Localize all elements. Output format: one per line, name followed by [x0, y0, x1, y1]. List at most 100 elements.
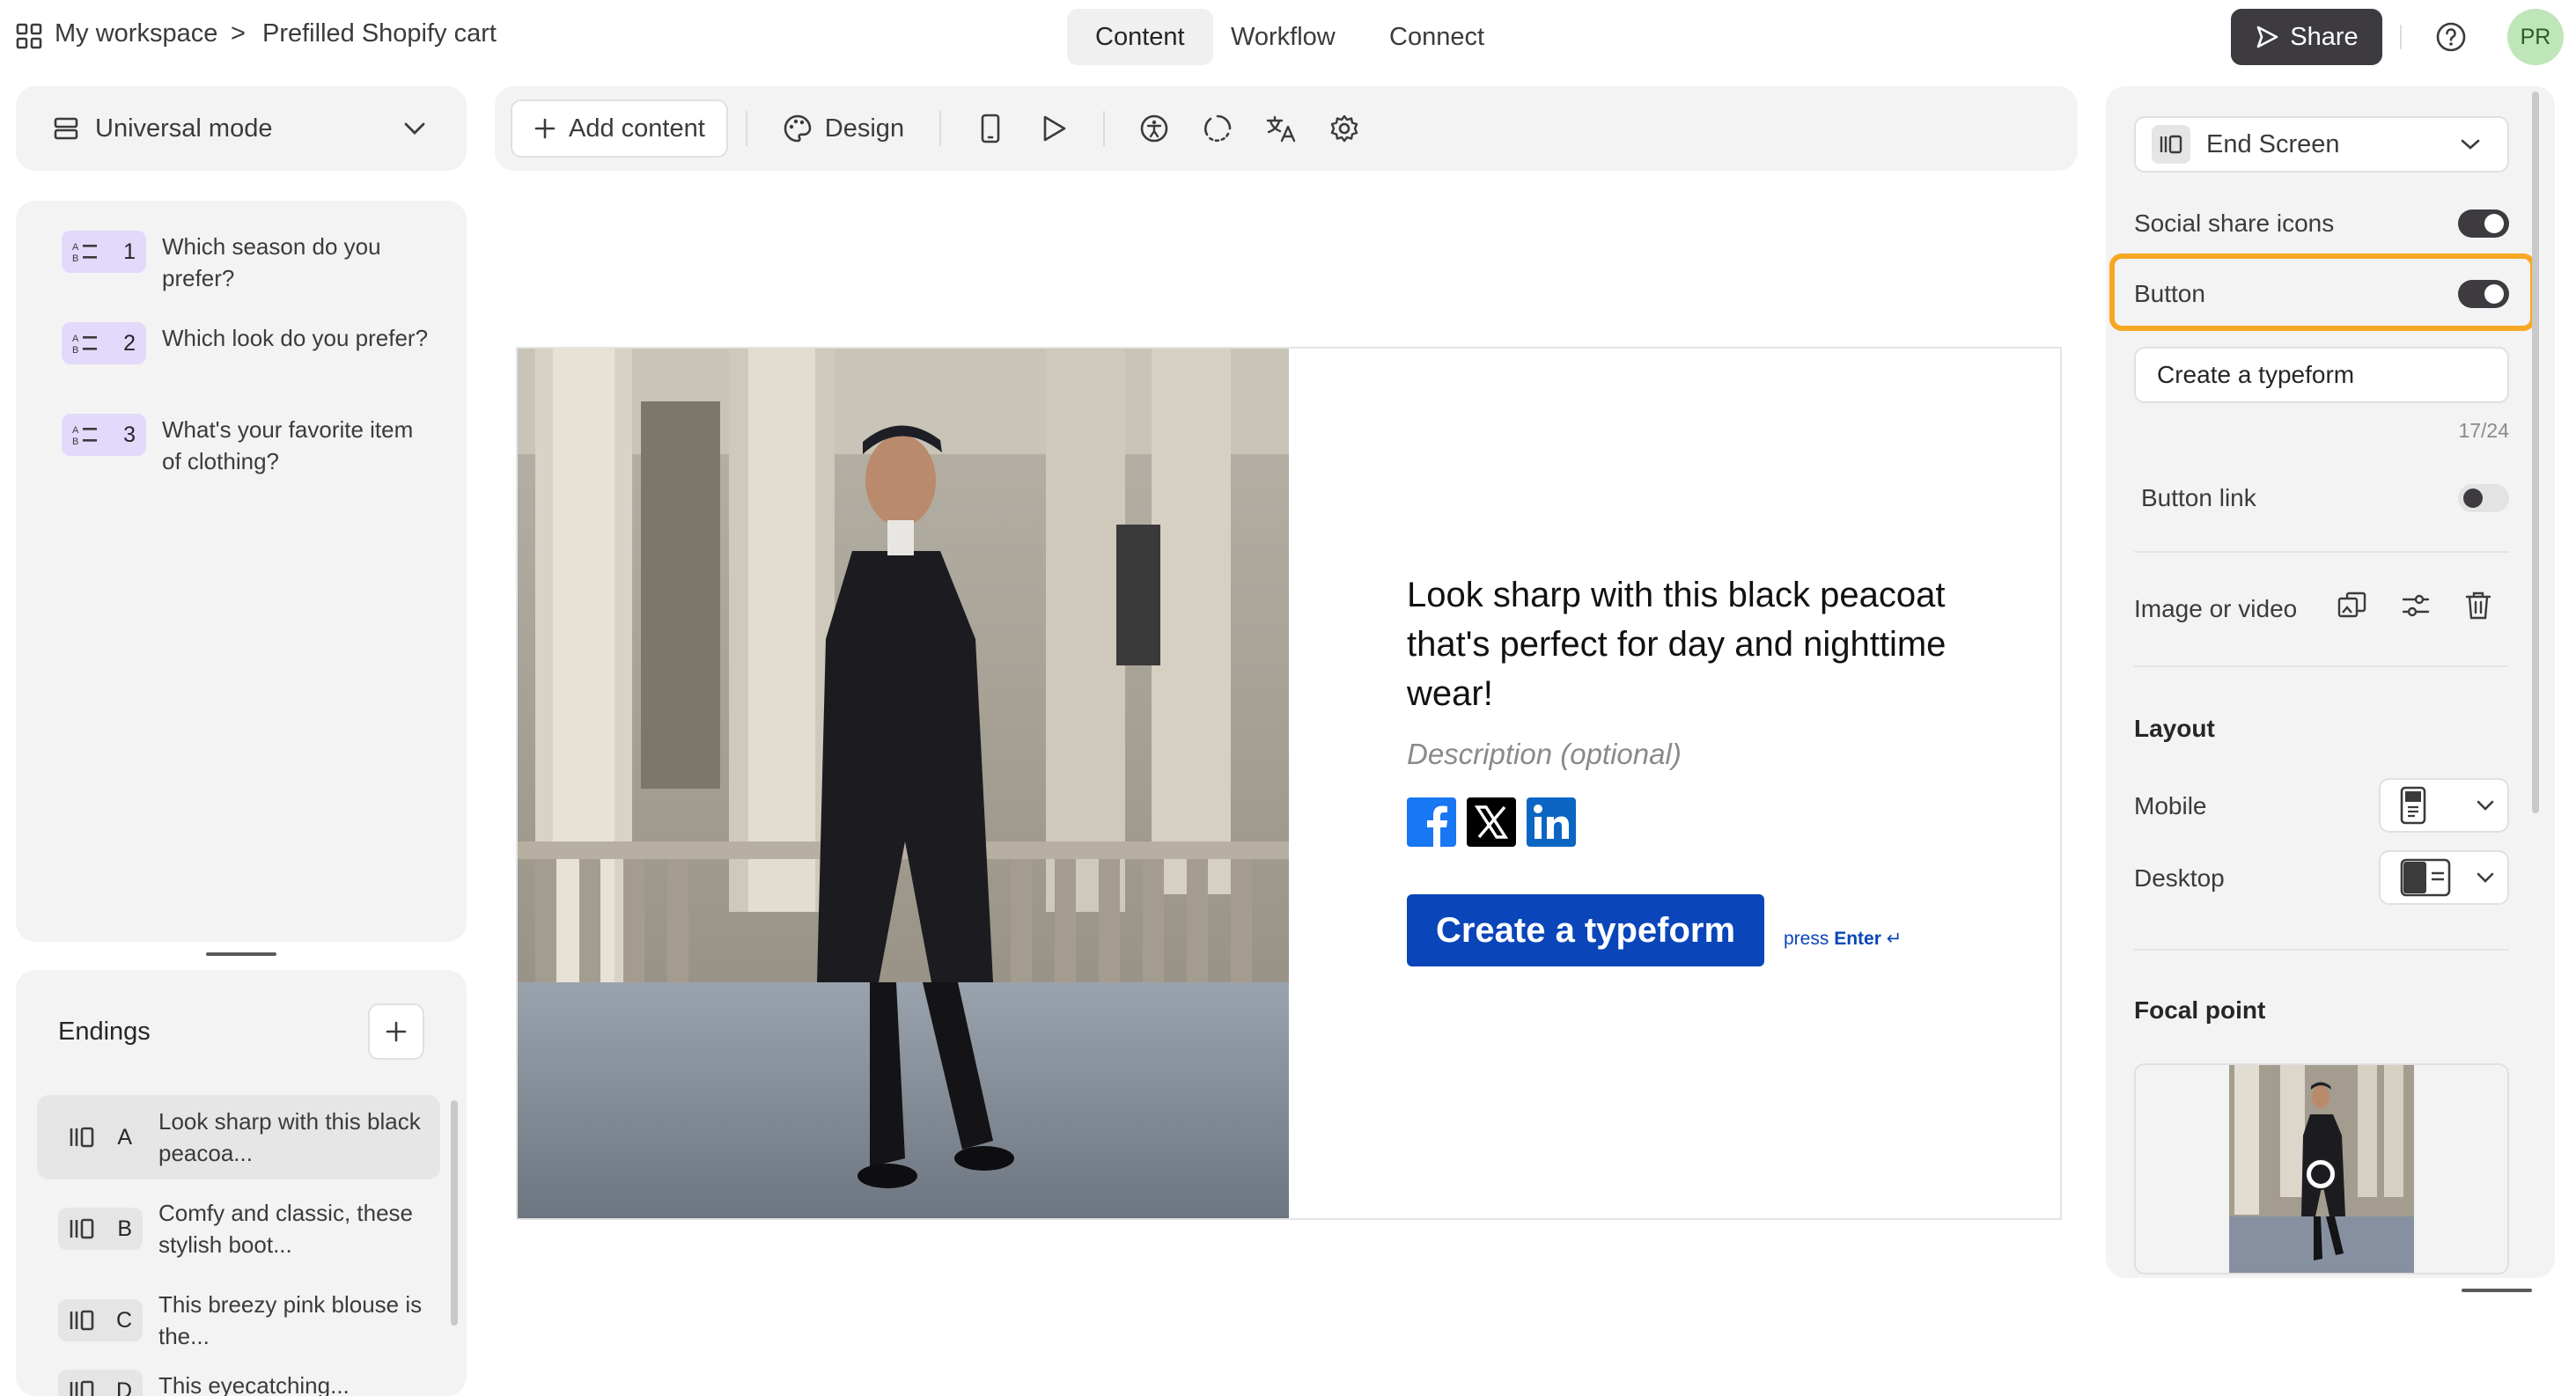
toolbar-divider	[1103, 111, 1106, 146]
translate-icon[interactable]	[1263, 111, 1299, 146]
settings-scrollbar[interactable]	[2532, 92, 2539, 813]
ending-text: This breezy pink blouse is the...	[158, 1291, 423, 1349]
question-number: 2	[123, 330, 136, 356]
toolbar-divider	[939, 111, 942, 146]
layout-title: Layout	[2134, 715, 2215, 742]
mode-selector[interactable]: Universal mode	[16, 86, 467, 171]
share-button[interactable]: Share	[2231, 9, 2382, 65]
trash-icon[interactable]	[2463, 590, 2493, 621]
end-screen-icon	[2152, 125, 2190, 164]
endings-title: Endings	[58, 1018, 151, 1046]
apps-grid-icon[interactable]	[16, 23, 42, 49]
enter-key-label: Enter	[1834, 929, 1881, 949]
ending-item-c[interactable]: C This breezy pink blouse is the...	[37, 1278, 440, 1363]
play-icon[interactable]	[1036, 111, 1071, 146]
char-count: 17/24	[2458, 419, 2509, 442]
end-screen-icon	[69, 1379, 95, 1396]
endings-panel: Endings A Look sharp with this black pea…	[16, 970, 467, 1396]
ending-badge: D	[58, 1370, 143, 1396]
adjust-sliders-icon[interactable]	[2400, 590, 2432, 621]
press-enter-hint: press Enter ↵	[1784, 928, 1902, 950]
svg-text:A: A	[72, 334, 79, 344]
top-bar: My workspace > Prefilled Shopify cart Co…	[0, 0, 2576, 74]
ending-badge: B	[58, 1208, 143, 1250]
question-circle-icon[interactable]	[2435, 21, 2467, 53]
add-content-button[interactable]: Add content	[511, 99, 728, 158]
svg-text:B: B	[72, 437, 78, 446]
press-label: press	[1784, 929, 1829, 949]
design-button[interactable]: Design	[765, 114, 922, 143]
plus-icon	[385, 1020, 408, 1043]
breadcrumb-separator: >	[231, 19, 246, 48]
end-screen-icon	[69, 1309, 95, 1332]
desktop-layout-selector[interactable]	[2379, 850, 2509, 905]
question-item-1[interactable]: AB 1 Which season do you prefer?	[62, 231, 467, 294]
avatar[interactable]: PR	[2507, 9, 2564, 65]
social-share-label: Social share icons	[2134, 209, 2335, 237]
ending-text: This eyecatching...	[158, 1372, 350, 1396]
desktop-layout-icon	[2400, 858, 2451, 897]
question-number: 1	[123, 239, 136, 264]
tab-workflow[interactable]: Workflow	[1203, 9, 1364, 65]
breadcrumb-workspace[interactable]: My workspace	[55, 19, 217, 48]
layers-icon	[53, 115, 79, 142]
button-link-toggle[interactable]	[2458, 484, 2509, 512]
resize-handle[interactable]	[206, 952, 276, 956]
focal-point-marker[interactable]	[2307, 1160, 2335, 1188]
end-screen-icon	[69, 1217, 95, 1240]
form-name[interactable]: Prefilled Shopify cart	[262, 19, 497, 48]
create-typeform-button[interactable]: Create a typeform	[1407, 894, 1764, 966]
divider	[2134, 551, 2509, 553]
accessibility-icon[interactable]	[1137, 111, 1172, 146]
question-badge: AB 3	[62, 414, 146, 456]
send-icon	[2255, 25, 2279, 49]
ending-text: Look sharp with this black peacoa...	[158, 1108, 421, 1166]
loading-icon[interactable]	[1200, 111, 1235, 146]
chevron-down-icon	[2476, 799, 2495, 812]
description-placeholder[interactable]: Description (optional)	[1407, 738, 1682, 771]
mobile-layout-icon	[2400, 786, 2426, 825]
question-item-3[interactable]: AB 3 What's your favorite item of clothi…	[62, 414, 467, 477]
header-divider	[2400, 25, 2402, 49]
focal-point-picker[interactable]	[2134, 1063, 2509, 1275]
divider	[2134, 665, 2509, 667]
svg-text:A: A	[72, 242, 79, 253]
button-toggle[interactable]	[2458, 280, 2509, 308]
screen-type-selector[interactable]: End Screen	[2134, 116, 2509, 173]
ending-badge: A	[58, 1116, 143, 1158]
ending-badge: C	[58, 1299, 143, 1341]
mobile-preview-icon[interactable]	[973, 111, 1008, 146]
ending-photo[interactable]	[518, 349, 1289, 1218]
ending-item-a[interactable]: A Look sharp with this black peacoa...	[37, 1095, 440, 1179]
tab-connect[interactable]: Connect	[1361, 9, 1512, 65]
replace-media-icon[interactable]	[2337, 590, 2368, 621]
button-text-input[interactable]: Create a typeform	[2134, 347, 2509, 403]
add-ending-button[interactable]	[368, 1003, 424, 1060]
button-text-value: Create a typeform	[2157, 361, 2355, 388]
facebook-icon[interactable]	[1407, 797, 1456, 847]
divider	[2134, 949, 2509, 951]
ending-item-d[interactable]: D This eyecatching...	[37, 1370, 440, 1396]
ending-letter: D	[115, 1378, 132, 1396]
question-item-2[interactable]: AB 2 Which look do you prefer?	[62, 322, 467, 364]
mobile-layout-label: Mobile	[2134, 792, 2207, 819]
tab-content[interactable]: Content	[1067, 9, 1213, 65]
multiple-choice-icon: AB	[72, 240, 100, 263]
resize-handle[interactable]	[2462, 1289, 2532, 1292]
ending-heading[interactable]: Look sharp with this black peacoat that'…	[1407, 570, 1970, 718]
x-icon[interactable]	[1467, 797, 1516, 847]
settings-icon[interactable]	[1327, 111, 1362, 146]
ending-item-b[interactable]: B Comfy and classic, these stylish boot.…	[37, 1187, 440, 1271]
chevron-down-icon	[2476, 871, 2495, 884]
social-share-toggle[interactable]	[2458, 209, 2509, 238]
plus-icon	[534, 117, 556, 140]
chevron-down-icon	[403, 121, 426, 136]
linkedin-icon[interactable]	[1527, 797, 1576, 847]
endings-scrollbar[interactable]	[451, 1100, 458, 1326]
question-text: Which look do you prefer?	[162, 325, 429, 351]
desktop-layout-label: Desktop	[2134, 864, 2225, 892]
add-content-label: Add content	[569, 114, 705, 143]
mode-label: Universal mode	[95, 114, 273, 143]
settings-panel: End Screen Social share icons Button Cre…	[2106, 86, 2555, 1278]
mobile-layout-selector[interactable]	[2379, 778, 2509, 833]
